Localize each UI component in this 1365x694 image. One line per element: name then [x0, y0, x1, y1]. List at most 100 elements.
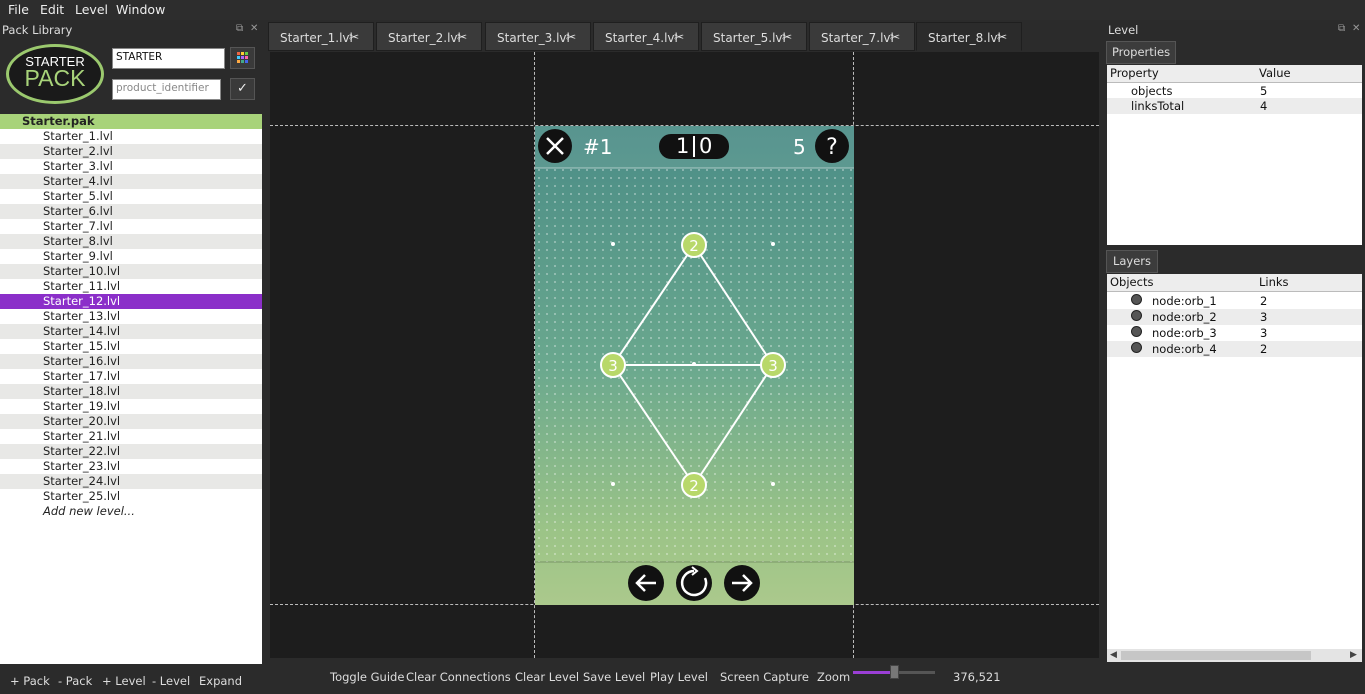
- level-file-name: Starter_8.lvl: [43, 234, 113, 248]
- level-list-item[interactable]: Starter_15.lvl: [0, 339, 262, 354]
- prev-arrow-icon[interactable]: [628, 565, 664, 601]
- layer-row[interactable]: node:orb_3 3: [1107, 325, 1362, 341]
- level-list-item[interactable]: Starter_5.lvl: [0, 189, 262, 204]
- clear-level-button[interactable]: Clear Level: [515, 670, 579, 684]
- help-icon[interactable]: ?: [815, 129, 849, 163]
- float-icon[interactable]: ⧉: [236, 23, 243, 34]
- level-list-item[interactable]: Starter_19.lvl: [0, 399, 262, 414]
- tab-close-icon[interactable]: ✂: [674, 30, 684, 44]
- level-list-item[interactable]: Starter_20.lvl: [0, 414, 262, 429]
- close-icon[interactable]: ✕: [250, 23, 258, 34]
- tab-close-icon[interactable]: ✂: [890, 30, 900, 44]
- tab-layers[interactable]: Layers: [1106, 250, 1158, 273]
- level-list-item[interactable]: Starter_1.lvl: [0, 129, 262, 144]
- menu-level[interactable]: Level: [75, 2, 108, 17]
- level-list-item[interactable]: Starter_17.lvl: [0, 369, 262, 384]
- color-grid-button[interactable]: [230, 47, 255, 69]
- tab-level[interactable]: Starter_5.lvl ✂: [701, 22, 807, 51]
- grid-point: [611, 242, 615, 246]
- layer-row[interactable]: node:orb_4 2: [1107, 341, 1362, 357]
- layer-links: 2: [1260, 342, 1268, 356]
- game-preview[interactable]: 2 3 3 2 ? #1 1 0 5: [535, 126, 854, 605]
- tab-close-icon[interactable]: ✂: [566, 30, 576, 44]
- level-list-item[interactable]: Starter_23.lvl: [0, 459, 262, 474]
- node-right[interactable]: 3: [760, 352, 786, 378]
- level-list-item[interactable]: Starter_6.lvl: [0, 204, 262, 219]
- scroll-left-icon[interactable]: ◀: [1110, 650, 1117, 660]
- level-list-item[interactable]: Starter_8.lvl: [0, 234, 262, 249]
- horizontal-scrollbar[interactable]: ◀ ▶: [1107, 649, 1362, 662]
- product-identifier-field[interactable]: product_identifier: [112, 79, 221, 100]
- tab-close-icon[interactable]: ✂: [782, 30, 792, 44]
- scrollbar-thumb[interactable]: [1121, 651, 1311, 660]
- level-file-name: Starter_12.lvl: [43, 294, 121, 308]
- header-links: Links: [1259, 275, 1289, 289]
- level-list-item[interactable]: Starter_18.lvl: [0, 384, 262, 399]
- tab-level[interactable]: Starter_4.lvl ✂: [593, 22, 699, 51]
- level-list-item[interactable]: Starter_12.lvl: [0, 294, 262, 309]
- node-value: 3: [768, 357, 778, 375]
- node-value: 2: [689, 237, 699, 255]
- menu-window[interactable]: Window: [116, 2, 165, 17]
- tab-close-icon[interactable]: ✂: [457, 30, 467, 44]
- layer-row[interactable]: node:orb_1 2: [1107, 293, 1362, 309]
- expand-button[interactable]: Expand: [199, 674, 242, 688]
- level-list-item[interactable]: Starter_24.lvl: [0, 474, 262, 489]
- move-count: 5: [793, 135, 806, 159]
- tab-level[interactable]: Starter_2.lvl ✂: [376, 22, 482, 51]
- toggle-guide-button[interactable]: Toggle Guide: [330, 670, 404, 684]
- properties-table: Property Value objects 5 linksTotal 4: [1107, 65, 1362, 245]
- level-list-item[interactable]: Starter_9.lvl: [0, 249, 262, 264]
- level-list-item[interactable]: Starter_11.lvl: [0, 279, 262, 294]
- next-arrow-icon[interactable]: [724, 565, 760, 601]
- remove-pack-button[interactable]: - Pack: [58, 674, 92, 688]
- tab-level[interactable]: Starter_1.lvl ✂: [268, 22, 374, 51]
- float-icon[interactable]: ⧉: [1338, 23, 1345, 34]
- level-list-item[interactable]: Starter_25.lvl: [0, 489, 262, 504]
- save-level-button[interactable]: Save Level: [583, 670, 645, 684]
- node-left[interactable]: 3: [600, 352, 626, 378]
- level-list-item[interactable]: Starter_7.lvl: [0, 219, 262, 234]
- layer-row[interactable]: node:orb_2 3: [1107, 309, 1362, 325]
- pack-name-field[interactable]: STARTER: [112, 48, 225, 69]
- level-list-item[interactable]: Starter_22.lvl: [0, 444, 262, 459]
- level-file-name: Starter_20.lvl: [43, 414, 121, 428]
- scroll-right-icon[interactable]: ▶: [1350, 650, 1357, 660]
- level-list-item[interactable]: Starter_3.lvl: [0, 159, 262, 174]
- restart-icon[interactable]: [676, 565, 712, 601]
- menu-edit[interactable]: Edit: [40, 2, 64, 17]
- tab-properties[interactable]: Properties: [1106, 41, 1176, 64]
- close-game-icon[interactable]: [538, 129, 572, 163]
- property-row[interactable]: objects 5: [1107, 83, 1362, 99]
- level-list-item[interactable]: Starter_10.lvl: [0, 264, 262, 279]
- tab-level[interactable]: Starter_8.lvl ✂: [916, 22, 1022, 51]
- confirm-check-button[interactable]: ✓: [230, 78, 255, 100]
- clear-connections-button[interactable]: Clear Connections: [406, 670, 511, 684]
- add-new-level-item[interactable]: Add new level...: [0, 504, 262, 519]
- cursor-coords: 376,521: [953, 670, 1001, 684]
- level-list-item[interactable]: Starter_21.lvl: [0, 429, 262, 444]
- close-icon[interactable]: ✕: [1352, 23, 1360, 34]
- node-top[interactable]: 2: [681, 232, 707, 258]
- tab-level[interactable]: Starter_7.lvl ✂: [809, 22, 915, 51]
- node-bottom[interactable]: 2: [681, 472, 707, 498]
- level-list-item[interactable]: Starter_2.lvl: [0, 144, 262, 159]
- level-list-item[interactable]: Starter_4.lvl: [0, 174, 262, 189]
- add-level-button[interactable]: + Level: [102, 674, 146, 688]
- level-list-item[interactable]: Starter_16.lvl: [0, 354, 262, 369]
- add-pack-button[interactable]: + Pack: [10, 674, 50, 688]
- remove-level-button[interactable]: - Level: [152, 674, 190, 688]
- tab-close-icon[interactable]: ✂: [997, 30, 1007, 44]
- pack-file-row[interactable]: Starter.pak: [0, 114, 262, 129]
- tab-close-icon[interactable]: ✂: [349, 30, 359, 44]
- property-row[interactable]: linksTotal 4: [1107, 98, 1362, 114]
- tab-level[interactable]: Starter_3.lvl ✂: [485, 22, 591, 51]
- screen-capture-button[interactable]: Screen Capture: [720, 670, 809, 684]
- level-list-item[interactable]: Starter_13.lvl: [0, 309, 262, 324]
- level-list-item[interactable]: Starter_14.lvl: [0, 324, 262, 339]
- zoom-slider[interactable]: [853, 665, 935, 679]
- zoom-handle[interactable]: [890, 665, 899, 679]
- orb-icon: [1131, 310, 1142, 321]
- play-level-button[interactable]: Play Level: [650, 670, 708, 684]
- menu-file[interactable]: File: [8, 2, 29, 17]
